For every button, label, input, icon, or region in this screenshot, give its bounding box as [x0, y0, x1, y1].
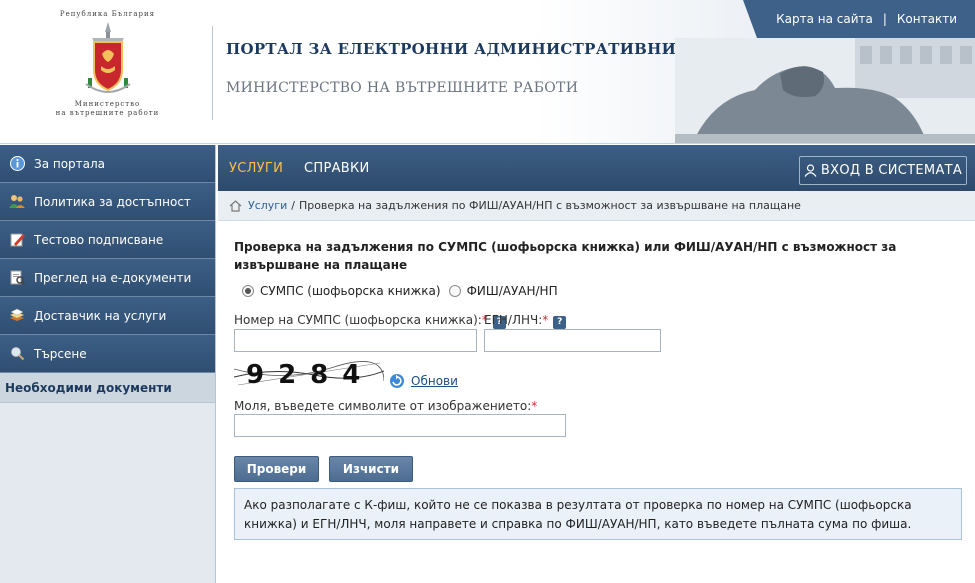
logo-top-text: Република България: [59, 10, 156, 18]
ministry-logo[interactable]: Република България Министерство на вътре…: [40, 10, 175, 130]
contacts-link[interactable]: Контакти: [887, 12, 967, 26]
pen-icon: [9, 232, 25, 248]
sidebar-item-label: Търсене: [34, 346, 87, 361]
sidebar-item-required-documents[interactable]: Необходими документи: [0, 373, 215, 403]
radio-fish[interactable]: [448, 285, 461, 297]
sidebar: За портала Политика за достъпност Тестов…: [0, 145, 216, 583]
sidebar-item-label: Политика за достъпност: [34, 194, 191, 209]
sidebar-item-label: Доставчик на услуги: [34, 308, 167, 323]
user-icon: [804, 164, 817, 177]
clear-button[interactable]: Изчисти: [329, 456, 413, 482]
radio-sumps[interactable]: [242, 285, 254, 297]
magnifier-icon: [9, 346, 25, 362]
sidebar-item-label: За портала: [34, 156, 106, 171]
home-icon[interactable]: [229, 199, 242, 212]
required-mark: *: [531, 399, 538, 413]
sidebar-item-e-documents[interactable]: Преглед на е-документи: [0, 259, 215, 297]
egn-input[interactable]: [484, 329, 661, 352]
tab-services[interactable]: УСЛУГИ: [229, 161, 283, 176]
ministry-title: МИНИСТЕРСТВО НА ВЪТРЕШНИТЕ РАБОТИ: [226, 80, 579, 96]
captcha-label: Моля, въведете символите от изображениет…: [234, 399, 537, 413]
sidebar-item-label: Преглед на е-документи: [34, 270, 192, 285]
captcha-input[interactable]: [234, 414, 566, 437]
help-icon[interactable]: ?: [553, 316, 567, 329]
main-navigation-bar: УСЛУГИ СПРАВКИ ВХОД В СИСТЕМАТА: [218, 145, 975, 191]
login-button-label: ВХОД В СИСТЕМАТА: [820, 163, 963, 178]
sumps-number-label: Номер на СУМПС (шофьорска книжка):*?: [234, 313, 506, 329]
captcha-text: 9284: [246, 360, 374, 390]
captcha-label-text: Моля, въведете символите от изображениет…: [234, 399, 532, 413]
refresh-icon: [390, 374, 404, 388]
sitemap-link[interactable]: Карта на сайта: [766, 12, 883, 26]
tab-references[interactable]: СПРАВКИ: [304, 161, 370, 176]
logo-bottom-line1: Министерство: [74, 100, 141, 108]
egn-label: ЕГН/ЛНЧ:*?: [484, 313, 567, 329]
sidebar-item-about[interactable]: За портала: [0, 145, 215, 183]
search-type-radio-group: СУМПС (шофьорска книжка) ФИШ/АУАН/НП: [242, 284, 566, 298]
sidebar-item-test-signing[interactable]: Тестово подписване: [0, 221, 215, 259]
top-links-bar: Карта на сайта | Контакти: [743, 0, 975, 38]
radio-sumps-label[interactable]: СУМПС (шофьорска книжка): [260, 284, 441, 298]
radio-fish-label[interactable]: ФИШ/АУАН/НП: [467, 284, 558, 298]
header-divider: [212, 26, 213, 120]
required-mark: *: [542, 313, 549, 327]
logo-bottom-line2: на вътрешните работи: [55, 109, 160, 117]
captcha-refresh[interactable]: Обнови: [388, 373, 458, 389]
sumps-number-input[interactable]: [234, 329, 477, 352]
egn-label-text: ЕГН/ЛНЧ:: [484, 313, 543, 327]
breadcrumb: Услуги / Проверка на задължения по ФИШ/А…: [218, 191, 975, 221]
people-icon: [9, 194, 25, 210]
sumps-number-label-text: Номер на СУМПС (шофьорска книжка):: [234, 313, 482, 327]
page-header: Република България Министерство на вътре…: [0, 0, 975, 144]
coat-of-arms-icon: [84, 22, 131, 93]
document-search-icon: [9, 270, 25, 286]
breadcrumb-separator: /: [291, 199, 295, 212]
check-button[interactable]: Провери: [234, 456, 319, 482]
sidebar-item-accessibility[interactable]: Политика за достъпност: [0, 183, 215, 221]
stack-icon: [9, 308, 25, 324]
login-button[interactable]: ВХОД В СИСТЕМАТА: [799, 156, 967, 185]
breadcrumb-current: Проверка на задължения по ФИШ/АУАН/НП с …: [298, 199, 801, 212]
page-title: Проверка на задължения по СУМПС (шофьорс…: [234, 240, 897, 272]
info-icon: [9, 156, 25, 172]
captcha-image: 9284: [234, 355, 384, 391]
sidebar-item-search[interactable]: Търсене: [0, 335, 215, 373]
breadcrumb-services-link[interactable]: Услуги: [248, 199, 287, 212]
sidebar-item-label: Тестово подписване: [34, 232, 164, 247]
info-message: Ако разполагате с К-фиш, който не се пок…: [234, 488, 962, 540]
sidebar-item-service-provider[interactable]: Доставчик на услуги: [0, 297, 215, 335]
lion-monument-image: [675, 38, 975, 143]
refresh-link[interactable]: Обнови: [411, 374, 458, 388]
